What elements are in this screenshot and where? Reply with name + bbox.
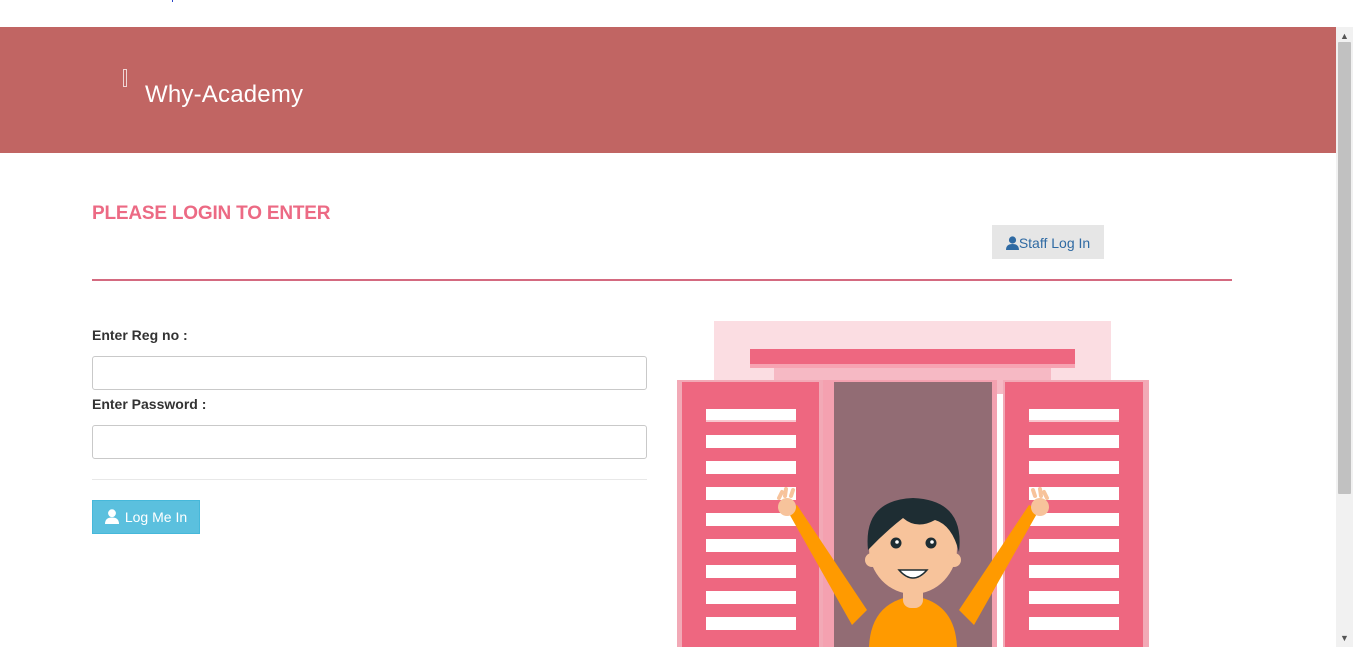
menu-icon[interactable] xyxy=(123,69,127,87)
staff-login-button[interactable]: Staff Log In xyxy=(992,225,1104,259)
scroll-down-arrow-icon[interactable]: ▼ xyxy=(1336,631,1353,645)
staff-login-label: Staff Log In xyxy=(1018,235,1091,251)
user-icon xyxy=(104,503,119,535)
reg-no-label: Enter Reg no : xyxy=(92,327,188,343)
window-illustration xyxy=(677,321,1149,647)
vertical-scrollbar[interactable]: ▲ ▼ xyxy=(1336,27,1353,647)
password-input[interactable] xyxy=(92,425,647,459)
scroll-up-arrow-icon[interactable]: ▲ xyxy=(1336,29,1353,43)
section-divider xyxy=(92,279,1232,281)
scroll-thumb[interactable] xyxy=(1338,42,1351,494)
user-icon xyxy=(1005,228,1019,262)
log-me-in-label: Log Me In xyxy=(124,509,188,525)
page-heading: PLEASE LOGIN TO ENTER xyxy=(92,203,331,224)
form-divider xyxy=(92,479,647,480)
password-label: Enter Password : xyxy=(92,396,207,412)
top-dot xyxy=(172,0,173,2)
log-me-in-button[interactable]: Log Me In xyxy=(92,500,200,534)
brand-title[interactable]: Why-Academy xyxy=(145,81,303,109)
site-header: Why-Academy xyxy=(0,27,1336,153)
reg-no-input[interactable] xyxy=(92,356,647,390)
